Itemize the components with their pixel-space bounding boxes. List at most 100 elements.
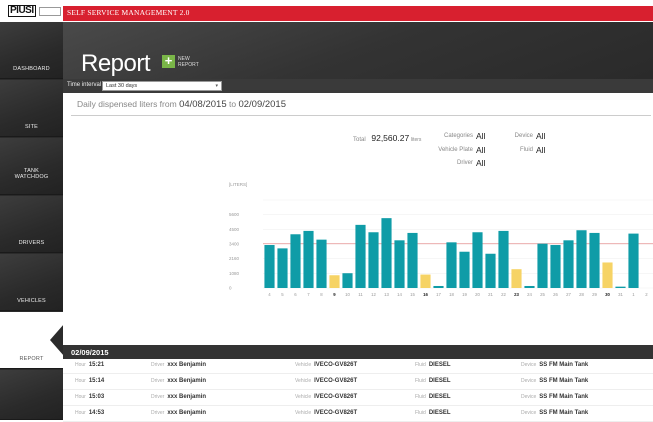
day-section-header: 02/09/2015 [63, 345, 653, 359]
sidebar-item-site[interactable]: SITE [0, 80, 63, 137]
vehicle-plate-value-text: All [476, 145, 486, 155]
chart-bar [537, 243, 548, 288]
sidebar-item-dashboard[interactable]: DASHBOARD [0, 22, 63, 79]
summary-heading: Daily dispensed liters from 04/08/2015 t… [77, 99, 286, 110]
chart-bar [485, 253, 496, 288]
x-tick-label: 2 [645, 292, 648, 297]
fluid-cell: Fluid DIESEL [415, 378, 451, 384]
x-tick-label: 1 [632, 292, 635, 297]
chart-bar [433, 285, 444, 288]
dispensed-liters-chart: [LITERS] 5600 4500 3400 2160 1080 0 4 5 6 7 8 9 10 11 1… [225, 178, 653, 303]
logo-text: PIUSI [8, 5, 36, 17]
transactions-list: Hour 15:21 Driver xxx Benjamin Vehicle IVECO-… [63, 359, 653, 422]
driver-label: Driver [457, 160, 473, 166]
app-title: SELF SERVICE MANAGEMENT 2.0 [67, 8, 190, 17]
categories-value[interactable]: All [476, 131, 485, 141]
sidebar-item-label: SITE [24, 124, 39, 130]
vehicle-plate-value[interactable]: All [476, 145, 485, 155]
x-tick-label: 6 [294, 292, 297, 297]
vehicle-plate-label: Vehicle Plate [438, 147, 473, 153]
vehicle-cell: Vehicle IVECO-GV826T [295, 394, 357, 400]
x-tick-label: 30 [605, 292, 610, 297]
page-header: Report + NEW REPORT [63, 22, 653, 79]
sidebar-item-vehicles[interactable]: VEHICLES [0, 254, 63, 311]
x-tick-label: 24 [527, 292, 532, 297]
table-row[interactable]: Hour 15:14 Driver xxx Benjamin Vehicle IVECO-… [63, 375, 653, 390]
total-value: 92,560.27 [371, 133, 410, 143]
driver-cell: Driver xxx Benjamin [151, 362, 206, 368]
x-tick-label: 11 [358, 292, 363, 297]
total-stat: Total 92,560.27 liters [353, 133, 421, 143]
chart-bar [368, 232, 379, 288]
x-tick-label: 26 [553, 292, 558, 297]
piusi-logo: PIUSI [8, 5, 62, 17]
table-row[interactable]: Hour 15:03 Driver xxx Benjamin Vehicle IVECO-… [63, 391, 653, 406]
driver-value[interactable]: All [476, 158, 485, 168]
fluid-value: DIESEL [428, 378, 451, 384]
device-value-text: All [536, 131, 546, 141]
device-value: SS FM Main Tank [539, 410, 589, 416]
chart-bar [589, 232, 600, 288]
x-tick-label: 18 [449, 292, 454, 297]
categories-value-text: All [476, 131, 486, 141]
chart-bar [498, 230, 509, 288]
device-value: SS FM Main Tank [539, 394, 589, 400]
device-cell: Device SS FM Main Tank [521, 362, 588, 368]
sidebar-item-tank-watchdog[interactable]: TANK WATCHDOG [0, 138, 63, 195]
hour-cell: Hour 14:53 [75, 410, 104, 416]
table-row[interactable]: Hour 15:21 Driver xxx Benjamin Vehicle IVECO-… [63, 359, 653, 374]
total-label: Total [353, 137, 366, 143]
x-tick-label: 22 [501, 292, 506, 297]
time-interval-value: Last 30 days [106, 83, 138, 89]
sidebar-item-report[interactable]: REPORT [0, 312, 64, 369]
fluid-label: Fluid [415, 378, 426, 384]
vehicle-label: Vehicle [295, 362, 312, 368]
hour-label: Hour [75, 378, 86, 384]
x-tick-label: 23 [514, 292, 519, 297]
vehicle-cell: Vehicle IVECO-GV826T [295, 410, 357, 416]
chart-bar [277, 248, 288, 288]
fluid-label: Fluid [519, 147, 533, 153]
device-label: Device [521, 362, 537, 368]
y-axis-label: [LITERS] [229, 182, 247, 187]
chart-bar [381, 218, 392, 288]
fluid-cell: Fluid DIESEL [415, 394, 451, 400]
total-unit: liters [410, 137, 422, 143]
sidebar-item-drivers[interactable]: DRIVERS [0, 196, 63, 253]
categories-label: Categories [443, 133, 473, 139]
driver-cell: Driver xxx Benjamin [151, 394, 206, 400]
x-tick-label: 4 [268, 292, 271, 297]
app-title-bar: SELF SERVICE MANAGEMENT 2.0 [63, 6, 653, 21]
fluid-value: DIESEL [428, 410, 451, 416]
x-tick-label: 15 [410, 292, 415, 297]
vehicle-value: IVECO-GV826T [314, 394, 358, 400]
device-label: Device [521, 410, 537, 416]
new-report-button[interactable]: + NEW REPORT [162, 54, 199, 68]
logo-badge-icon [38, 6, 61, 16]
fluid-value[interactable]: All [536, 145, 545, 155]
fluid-label: Fluid [415, 394, 426, 400]
fluid-cell: Fluid DIESEL [415, 410, 451, 416]
vehicle-cell: Vehicle IVECO-GV826T [295, 362, 357, 368]
sidebar: DASHBOARD SITE TANK WATCHDOG DRIVERS VEH… [0, 22, 64, 420]
hour-cell: Hour 15:14 [75, 378, 104, 384]
x-tick-label: 5 [281, 292, 284, 297]
y-tick-label: 3400 [229, 242, 240, 247]
chart-bar [316, 239, 327, 288]
x-tick-label: 21 [488, 292, 493, 297]
hour-value: 15:14 [88, 378, 105, 384]
time-interval-select[interactable]: Last 30 days ▾ [102, 81, 222, 91]
driver-cell: Driver xxx Benjamin [151, 410, 206, 416]
chart-bar [264, 245, 275, 288]
x-tick-label: 7 [307, 292, 310, 297]
device-value[interactable]: All [536, 131, 545, 141]
driver-label: Driver [151, 410, 165, 416]
driver-label: Driver [151, 362, 165, 368]
page-title: Report [81, 50, 151, 77]
fluid-value-text: All [536, 145, 546, 155]
sidebar-item-more[interactable] [0, 370, 63, 420]
top-bar: PIUSI SELF SERVICE MANAGEMENT 2.0 [0, 0, 653, 22]
driver-value: xxx Benjamin [167, 394, 207, 400]
chart-bar [329, 275, 340, 288]
fluid-value: DIESEL [428, 362, 451, 368]
